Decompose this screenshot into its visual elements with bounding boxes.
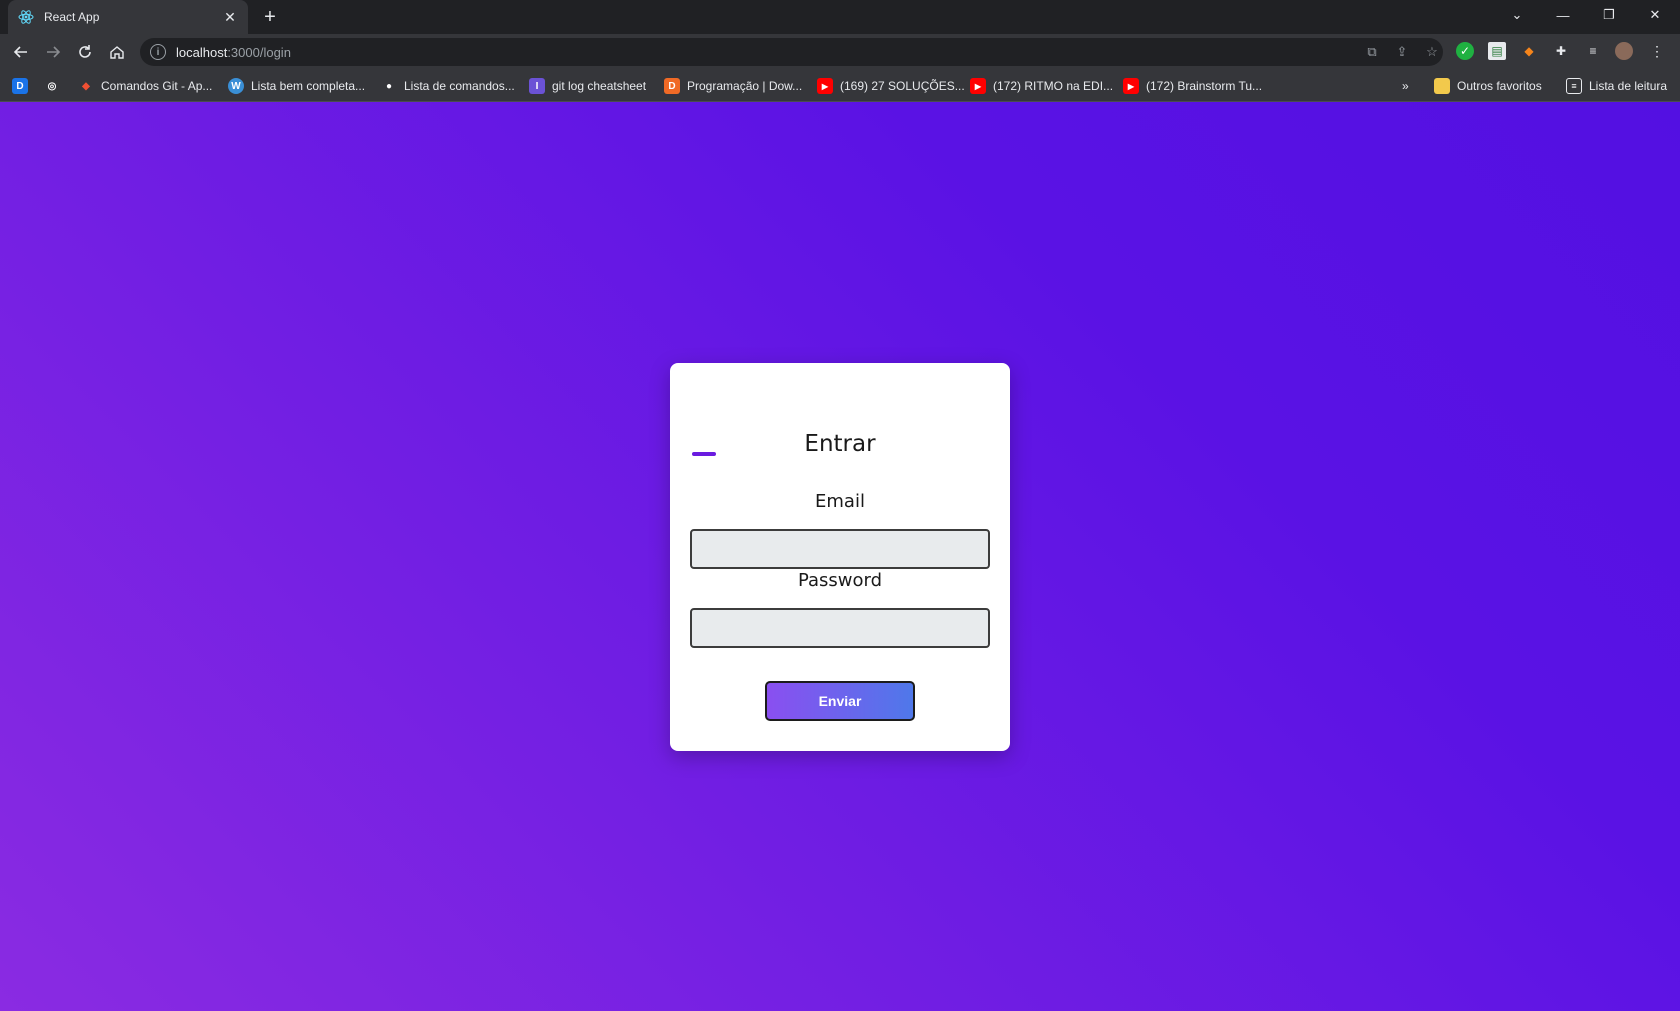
close-window-button[interactable]: ✕ xyxy=(1632,0,1678,30)
more-bookmarks-icon[interactable]: » xyxy=(1402,77,1409,95)
other-bookmarks-folder[interactable]: Outros favoritos xyxy=(1434,77,1542,95)
reload-icon[interactable] xyxy=(70,38,100,66)
bookmarks-bar: D ◎ ◆ Comandos Git - Ap... W Lista bem c… xyxy=(0,70,1680,102)
login-title: Entrar xyxy=(804,431,876,457)
back-icon[interactable] xyxy=(6,38,36,66)
metamask-icon[interactable]: ◆ xyxy=(1520,42,1538,60)
folder-icon xyxy=(1434,78,1450,94)
new-tab-button[interactable]: + xyxy=(258,5,282,29)
bookmark-star-icon[interactable]: ☆ xyxy=(1424,44,1440,60)
bookmark-item[interactable]: D xyxy=(12,77,35,95)
forward-icon[interactable] xyxy=(38,38,68,66)
home-icon[interactable] xyxy=(102,38,132,66)
tab-search-icon[interactable]: ⌄ xyxy=(1494,0,1540,30)
bookmark-item[interactable]: W Lista bem completa... xyxy=(228,77,365,95)
extension-sheet-icon[interactable]: ▤ xyxy=(1488,42,1506,60)
login-card: Entrar Email Password Enviar xyxy=(670,363,1010,751)
password-field[interactable] xyxy=(690,608,990,648)
bookmark-item[interactable]: ▶ (169) 27 SOLUÇÕES... xyxy=(817,77,965,95)
youtube-icon: ▶ xyxy=(970,78,986,94)
bookmark-item[interactable]: ▶ (172) Brainstorm Tu... xyxy=(1123,77,1262,95)
menu-kebab-icon[interactable]: ⋮ xyxy=(1648,42,1666,60)
bookmark-label: (172) Brainstorm Tu... xyxy=(1146,79,1263,93)
page-background: Entrar Email Password Enviar xyxy=(0,102,1680,1011)
profile-avatar[interactable] xyxy=(1615,42,1633,60)
reading-list-icon: ≡ xyxy=(1566,78,1582,94)
bookmark-label: (172) RITMO na EDI... xyxy=(993,79,1114,93)
bookmark-favicon-icon: D xyxy=(664,78,680,94)
bookmark-item[interactable]: D Programação | Dow... xyxy=(664,77,802,95)
bookmark-item[interactable]: ● Lista de comandos... xyxy=(381,77,515,95)
github-icon: ● xyxy=(385,80,393,92)
tab-close-icon[interactable]: ✕ xyxy=(222,9,238,26)
bookmark-label: Programação | Dow... xyxy=(687,79,803,93)
tab-react-app[interactable]: React App ✕ xyxy=(8,0,248,34)
wordpress-icon: W xyxy=(228,78,244,94)
site-info-icon[interactable]: i xyxy=(150,44,166,60)
tab-strip: React App ✕ + ⌄ — ❐ ✕ xyxy=(0,0,1680,34)
address-bar[interactable]: i localhost:3000/login ⧉ ⇪ ☆ xyxy=(140,38,1443,66)
password-label: Password xyxy=(797,570,883,591)
extensions-puzzle-icon[interactable]: ✚ xyxy=(1552,42,1570,60)
bookmark-label: Outros favoritos xyxy=(1457,79,1542,93)
bookmark-label: Lista bem completa... xyxy=(251,79,366,93)
bookmark-item[interactable]: ▶ (172) RITMO na EDI... xyxy=(970,77,1113,95)
email-label: Email xyxy=(815,491,865,512)
bookmark-label: (169) 27 SOLUÇÕES... xyxy=(840,79,965,93)
browser-toolbar: i localhost:3000/login ⧉ ⇪ ☆ ✓ ▤ ◆ ✚ ≡ ⋮ xyxy=(0,34,1680,70)
bookmark-item[interactable]: ◎ xyxy=(44,77,67,95)
restore-button[interactable]: ❐ xyxy=(1586,0,1632,30)
email-field[interactable] xyxy=(690,529,990,569)
bookmark-label: Lista de leitura xyxy=(1589,79,1668,93)
bookmark-label: Comandos Git - Ap... xyxy=(101,79,213,93)
url-host: localhost xyxy=(176,44,228,60)
bookmark-favicon-icon: ◎ xyxy=(47,80,57,92)
media-control-icon[interactable]: ≡ xyxy=(1584,42,1602,60)
reading-list-button[interactable]: ≡ Lista de leitura xyxy=(1566,77,1667,95)
bookmark-item[interactable]: I git log cheatsheet xyxy=(529,77,646,95)
share-icon[interactable]: ⇪ xyxy=(1394,44,1410,60)
youtube-icon: ▶ xyxy=(1123,78,1139,94)
bookmark-label: Lista de comandos... xyxy=(404,79,515,93)
bookmark-favicon-icon: D xyxy=(12,78,28,94)
bookmark-label: git log cheatsheet xyxy=(552,79,647,93)
minimize-button[interactable]: — xyxy=(1540,0,1586,30)
react-icon xyxy=(18,9,34,25)
url-path: :3000/login xyxy=(227,44,291,60)
extension-check-icon[interactable]: ✓ xyxy=(1456,42,1474,60)
tab-title: React App xyxy=(44,10,100,24)
bookmark-item[interactable]: ◆ Comandos Git - Ap... xyxy=(78,77,212,95)
git-icon: ◆ xyxy=(82,80,90,92)
youtube-icon: ▶ xyxy=(817,78,833,94)
submit-button[interactable]: Enviar xyxy=(765,681,915,721)
translate-icon[interactable]: ⧉ xyxy=(1364,44,1380,60)
bookmark-favicon-icon: I xyxy=(529,78,545,94)
